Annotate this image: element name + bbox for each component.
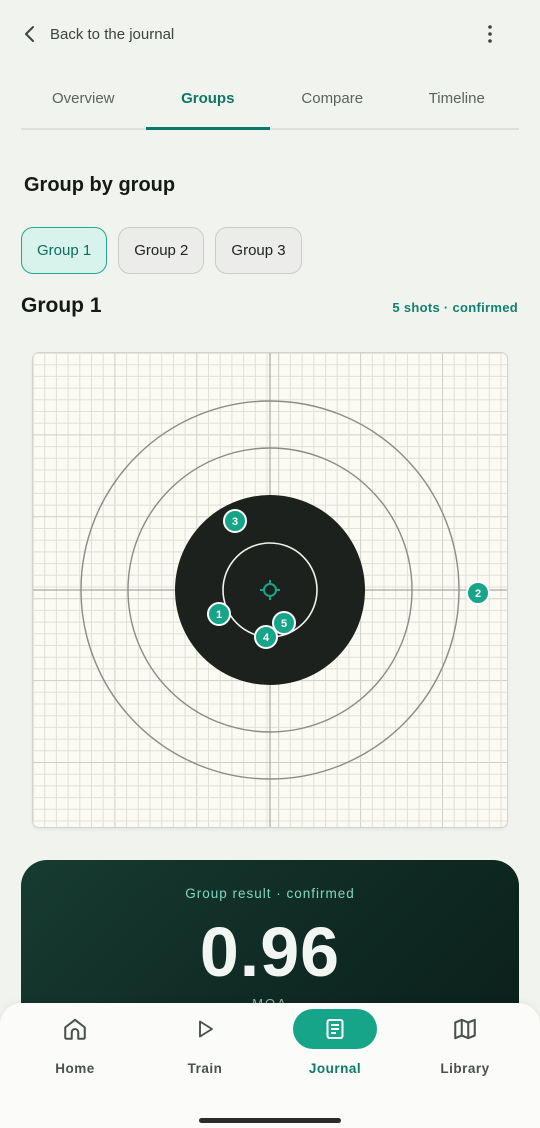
shot-label: 1 [216,609,222,621]
shot-label: 5 [281,618,287,630]
nav-library[interactable]: Library [400,1009,530,1079]
shot-label: 2 [475,588,481,600]
target-diagram: 1 2 3 45 [33,353,507,827]
home-indicator [199,1118,341,1123]
tab-overview[interactable]: Overview [21,68,146,128]
target-card: 1 2 3 45 [33,353,507,827]
back-label: Back to the journal [50,25,175,43]
result-value: 0.96 [199,913,341,991]
chevron-left-icon [25,26,34,42]
journal-icon [326,1019,344,1039]
nav-journal-label: Journal [308,1061,362,1076]
bottom-nav: Home Train Journal Library [0,1003,540,1128]
shot-marker-5[interactable]: 5 [272,611,296,635]
section-title: Group by group [24,174,176,196]
nav-home-pill [33,1009,117,1049]
play-icon [199,1020,213,1038]
tab-bar: Overview Groups Compare Timeline [21,68,519,130]
group-title: Group 1 [21,294,102,317]
shot-label: 4 [263,632,270,644]
shot-marker-1[interactable]: 1 [207,602,231,626]
shot-label: 3 [232,516,238,528]
group-meta: 5 shots · confirmed [392,300,518,315]
group-chips: Group 1 Group 2 Group 3 [21,227,302,274]
nav-train-label: Train [187,1061,223,1076]
top-bar: Back to the journal [0,0,540,68]
tab-timeline[interactable]: Timeline [395,68,520,128]
home-icon [64,1018,86,1040]
tab-compare[interactable]: Compare [270,68,395,128]
map-icon [454,1018,476,1040]
shot-marker-2[interactable]: 2 [466,581,490,605]
shot-marker-4[interactable]: 4 [254,625,278,649]
nav-train[interactable]: Train [140,1009,270,1079]
nav-journal-pill [293,1009,377,1049]
nav-home-label: Home [55,1061,95,1076]
result-kicker: Group result · confirmed [185,886,355,901]
more-button[interactable] [476,22,504,46]
target-bull [175,495,365,685]
more-vertical-icon [488,25,492,43]
chip-group-2[interactable]: Group 2 [118,227,205,274]
back-button[interactable]: Back to the journal [20,20,174,48]
nav-library-pill [423,1009,507,1049]
nav-train-pill [163,1009,247,1049]
chip-group-3[interactable]: Group 3 [215,227,302,274]
nav-journal[interactable]: Journal [270,1009,400,1079]
tab-groups[interactable]: Groups [145,68,271,130]
chip-group-1[interactable]: Group 1 [21,227,108,274]
shot-marker-3[interactable]: 3 [223,509,247,533]
nav-home[interactable]: Home [10,1009,140,1079]
nav-library-label: Library [440,1061,490,1076]
